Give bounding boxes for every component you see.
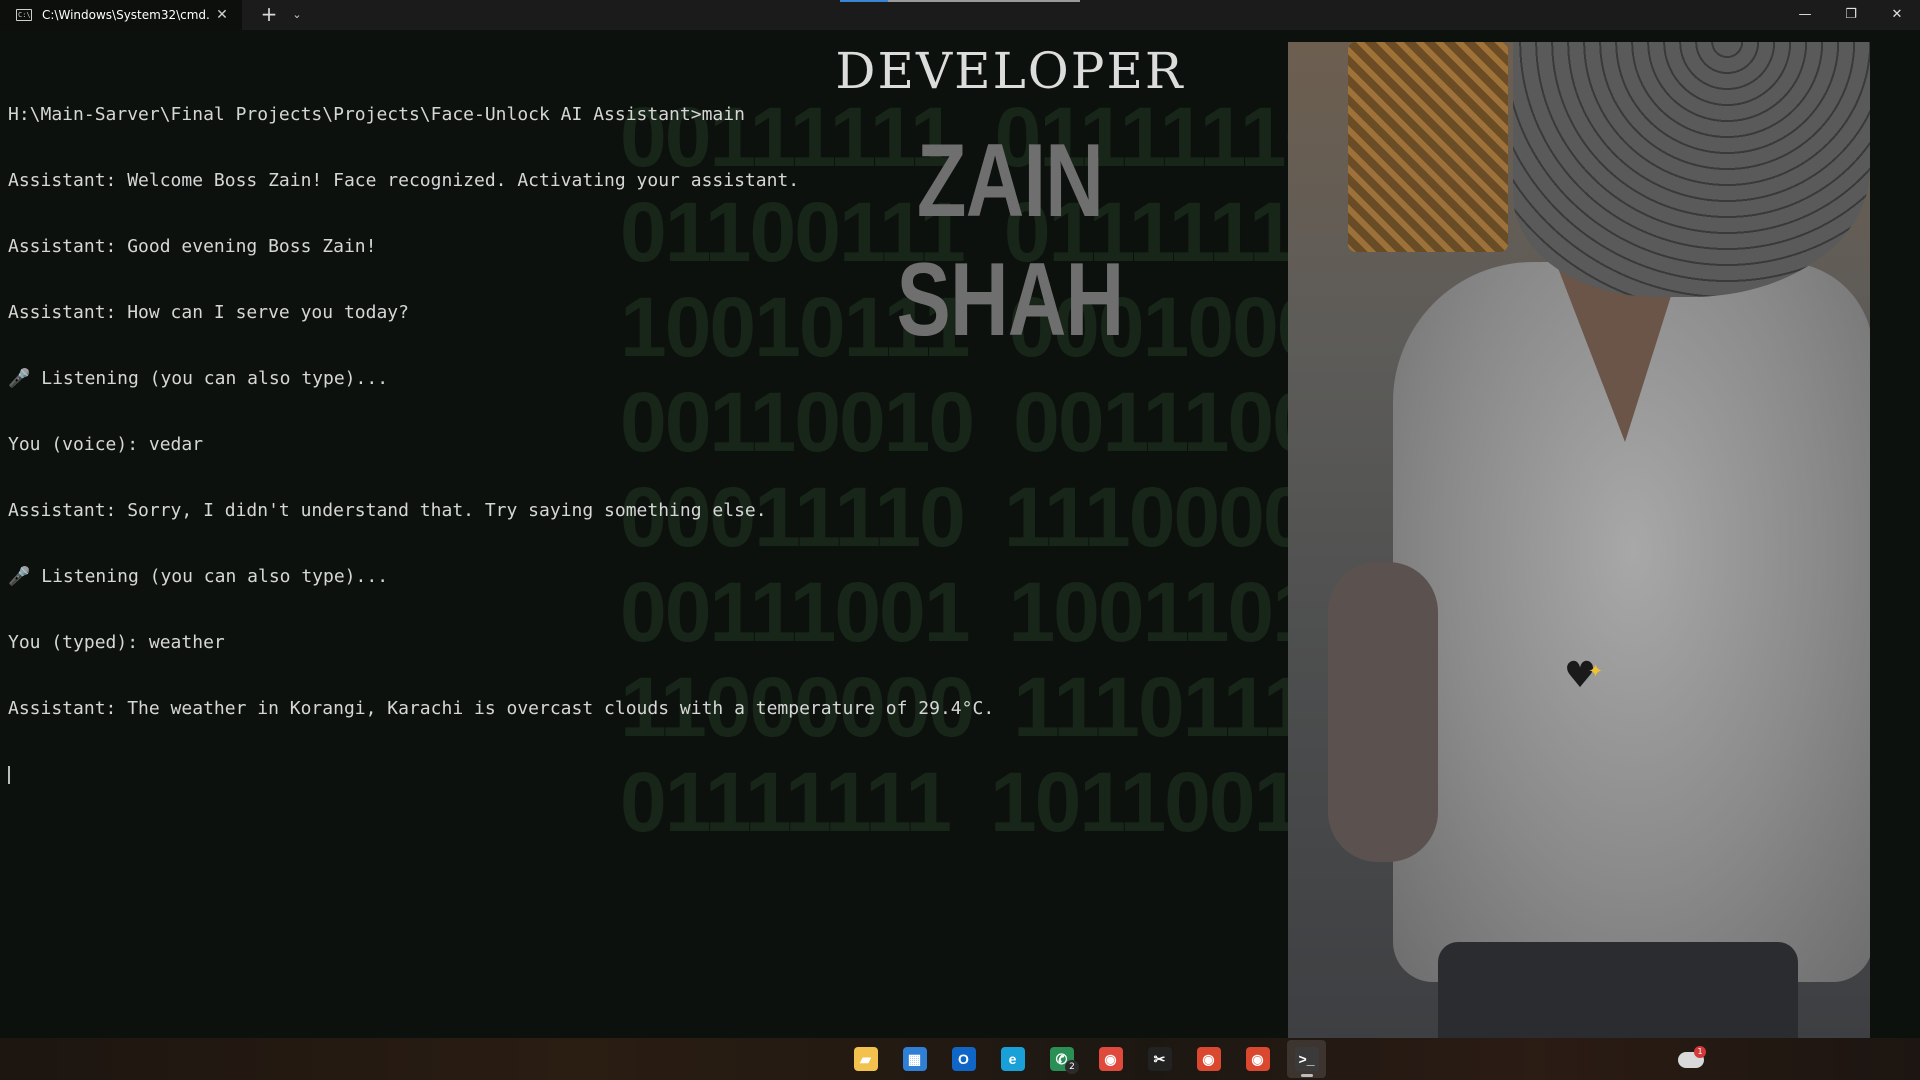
tab-cmd[interactable]: C:\ C:\Windows\System32\cmd.ex ✕ bbox=[0, 0, 242, 30]
taskbar: ▰ ▦ Oe ✆ 2 ◉ ✂ ◉ ◉ >_ 1 bbox=[0, 1038, 1920, 1080]
chair-shape bbox=[1348, 42, 1508, 252]
weather-tray-icon[interactable]: 1 bbox=[1676, 1044, 1708, 1074]
console-line: 🎤 Listening (you can also type)... bbox=[8, 368, 389, 389]
console-line: Assistant: Sorry, I didn't understand th… bbox=[8, 500, 767, 521]
active-indicator bbox=[1301, 1074, 1313, 1077]
chrome-profile-1-icon[interactable]: ◉ bbox=[1189, 1040, 1228, 1078]
console-line: Assistant: How can I serve you today? bbox=[8, 302, 409, 323]
taskbar-pinned-apps: ▰ ▦ Oe ✆ 2 ◉ ✂ ◉ ◉ >_ bbox=[846, 1040, 1326, 1078]
file-explorer-icon[interactable]: ▰ bbox=[846, 1040, 885, 1078]
chrome-icon[interactable]: ◉ bbox=[1091, 1040, 1130, 1078]
terminal-icon[interactable]: >_ bbox=[1287, 1040, 1326, 1078]
edge-icon-glyph: e bbox=[1000, 1047, 1025, 1071]
legs-shape bbox=[1438, 942, 1798, 1038]
microsoft-store-icon-glyph: ▦ bbox=[902, 1047, 927, 1071]
microsoft-store-icon[interactable]: ▦ bbox=[895, 1040, 934, 1078]
window-controls: — ❐ ✕ bbox=[1782, 0, 1920, 30]
developer-photo: ♥ ✦ bbox=[1288, 42, 1870, 1038]
spider-mask-shape bbox=[1513, 42, 1870, 297]
chrome-profile-2-icon[interactable]: ◉ bbox=[1238, 1040, 1277, 1078]
maximize-button[interactable]: ❐ bbox=[1828, 0, 1874, 30]
chrome-profile-1-icon-glyph: ◉ bbox=[1196, 1047, 1221, 1071]
progress-accent bbox=[840, 0, 888, 2]
console-line: Assistant: The weather in Korangi, Karac… bbox=[8, 698, 995, 719]
tab-title: C:\Windows\System32\cmd.ex bbox=[42, 8, 210, 22]
title-bar: C:\ C:\Windows\System32\cmd.ex ✕ + ⌄ — ❐… bbox=[0, 0, 1920, 30]
console-output[interactable]: H:\Main-Sarver\Final Projects\Projects\F… bbox=[8, 60, 1278, 830]
capcut-icon-glyph: ✂ bbox=[1147, 1047, 1172, 1071]
text-cursor bbox=[8, 766, 10, 784]
outlook-icon-glyph: O bbox=[951, 1047, 976, 1071]
chrome-profile-2-icon-glyph: ◉ bbox=[1245, 1047, 1270, 1071]
arm-shape bbox=[1328, 562, 1438, 862]
chrome-icon-glyph: ◉ bbox=[1098, 1047, 1123, 1071]
new-tab-button[interactable]: + bbox=[252, 0, 286, 30]
terminal-icon-glyph: >_ bbox=[1294, 1047, 1319, 1071]
console-line: Assistant: Welcome Boss Zain! Face recog… bbox=[8, 170, 800, 191]
console-line: Assistant: Good evening Boss Zain! bbox=[8, 236, 377, 257]
chevron-down-icon[interactable]: ⌄ bbox=[286, 0, 308, 30]
close-tab-icon[interactable]: ✕ bbox=[214, 7, 230, 23]
outlook-icon[interactable]: O bbox=[944, 1040, 983, 1078]
notification-badge: 1 bbox=[1694, 1046, 1706, 1058]
console-line: 🎤 Listening (you can also type)... bbox=[8, 566, 389, 587]
file-explorer-icon-glyph: ▰ bbox=[853, 1047, 878, 1071]
notification-badge: 2 bbox=[1065, 1060, 1079, 1074]
close-window-button[interactable]: ✕ bbox=[1874, 0, 1920, 30]
console-line: H:\Main-Sarver\Final Projects\Projects\F… bbox=[8, 104, 745, 125]
console-line: You (voice): vedar bbox=[8, 434, 204, 455]
minimize-button[interactable]: — bbox=[1782, 0, 1828, 30]
tab-progress-indicator bbox=[840, 0, 1080, 2]
heart-sparkle-icon: ♥ ✦ bbox=[1563, 655, 1604, 696]
edge-icon[interactable]: e bbox=[993, 1040, 1032, 1078]
whatsapp-icon[interactable]: ✆ 2 bbox=[1042, 1040, 1081, 1078]
cmd-icon: C:\ bbox=[16, 9, 32, 21]
capcut-icon[interactable]: ✂ bbox=[1140, 1040, 1179, 1078]
input-line[interactable] bbox=[8, 764, 1278, 786]
console-line: You (typed): weather bbox=[8, 632, 225, 653]
terminal-area[interactable]: 00111111 01111110 01100111 01111110 10010111… bbox=[0, 30, 1920, 1038]
progress-track bbox=[888, 0, 1080, 2]
